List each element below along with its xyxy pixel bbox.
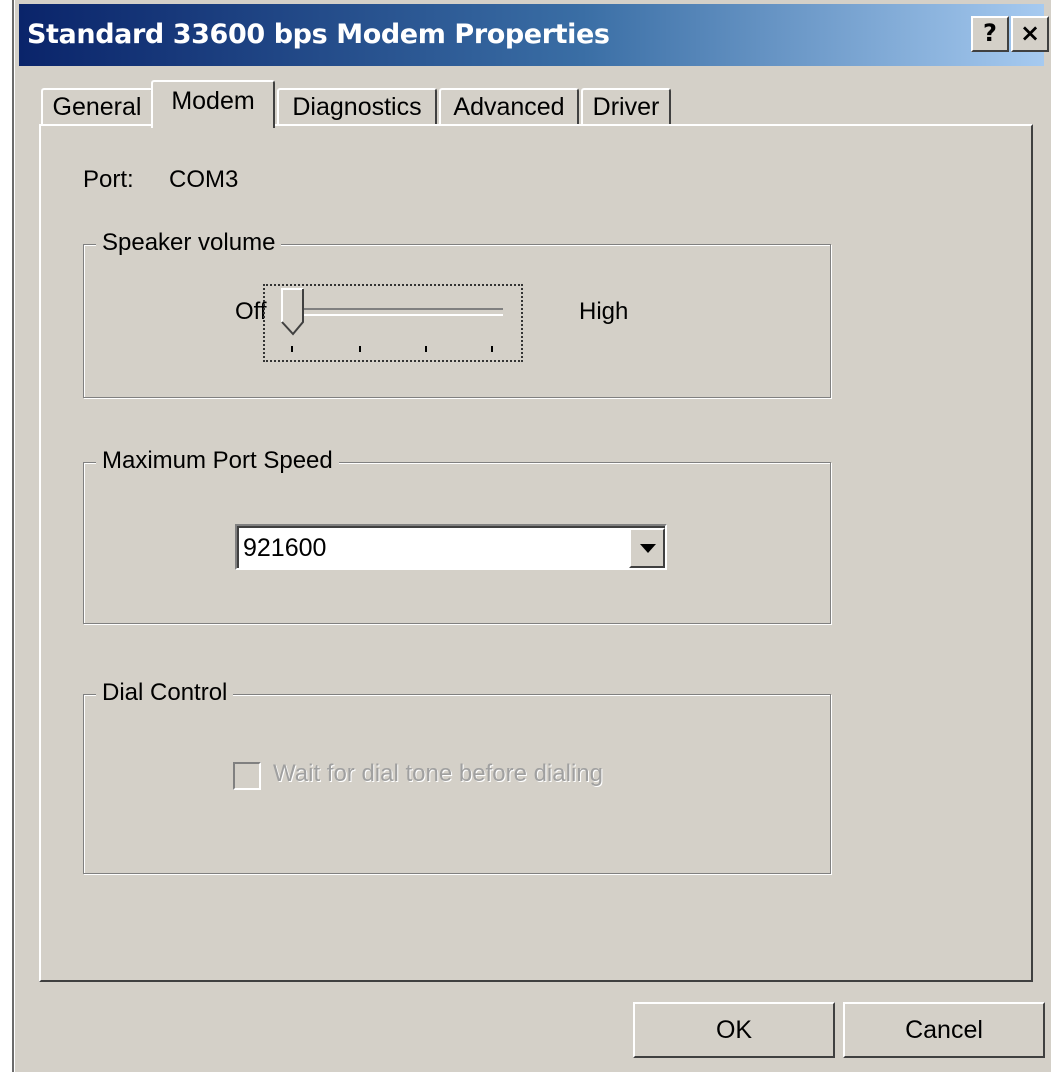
tab-general[interactable]: General <box>41 88 153 126</box>
close-button[interactable]: × <box>1011 16 1049 52</box>
tab-driver[interactable]: Driver <box>581 88 671 126</box>
slider-tick <box>425 346 427 352</box>
help-button[interactable]: ? <box>971 16 1009 52</box>
port-speed-dropdown-button[interactable] <box>629 528 665 568</box>
wait-dial-tone-checkbox[interactable] <box>233 762 261 790</box>
modem-properties-dialog: Standard 33600 bps Modem Properties ? × … <box>14 0 1051 1072</box>
tab-diagnostics[interactable]: Diagnostics <box>277 88 437 126</box>
volume-high-label: High <box>579 298 629 325</box>
cancel-button[interactable]: Cancel <box>843 1002 1045 1058</box>
chevron-down-icon <box>640 544 656 553</box>
volume-slider-track[interactable] <box>293 308 503 316</box>
port-speed-select[interactable]: 921600 <box>235 524 667 570</box>
slider-tick <box>491 346 493 352</box>
volume-off-label: Off <box>235 298 267 325</box>
background-window-edge <box>0 0 14 1072</box>
title-bar[interactable]: Standard 33600 bps Modem Properties ? × <box>19 4 1049 66</box>
tab-modem[interactable]: Modem <box>151 80 275 128</box>
wait-dial-tone-label: Wait for dial tone before dialing <box>273 760 603 787</box>
speaker-volume-title: Speaker volume <box>96 229 282 257</box>
ok-button[interactable]: OK <box>633 1002 835 1058</box>
slider-tick <box>359 346 361 352</box>
max-port-speed-title: Maximum Port Speed <box>96 447 339 475</box>
modem-tab-panel: Port: COM3 Speaker volume Off High Maxim… <box>39 124 1033 982</box>
port-label: Port: <box>83 166 134 193</box>
dial-control-title: Dial Control <box>96 679 234 707</box>
port-speed-select-inner: 921600 <box>237 526 665 568</box>
slider-tick <box>291 346 293 352</box>
window-title: Standard 33600 bps Modem Properties <box>27 19 610 50</box>
volume-slider-thumb[interactable] <box>281 288 305 336</box>
tab-advanced[interactable]: Advanced <box>439 88 579 126</box>
port-value: COM3 <box>169 166 239 193</box>
port-speed-value: 921600 <box>243 534 327 562</box>
